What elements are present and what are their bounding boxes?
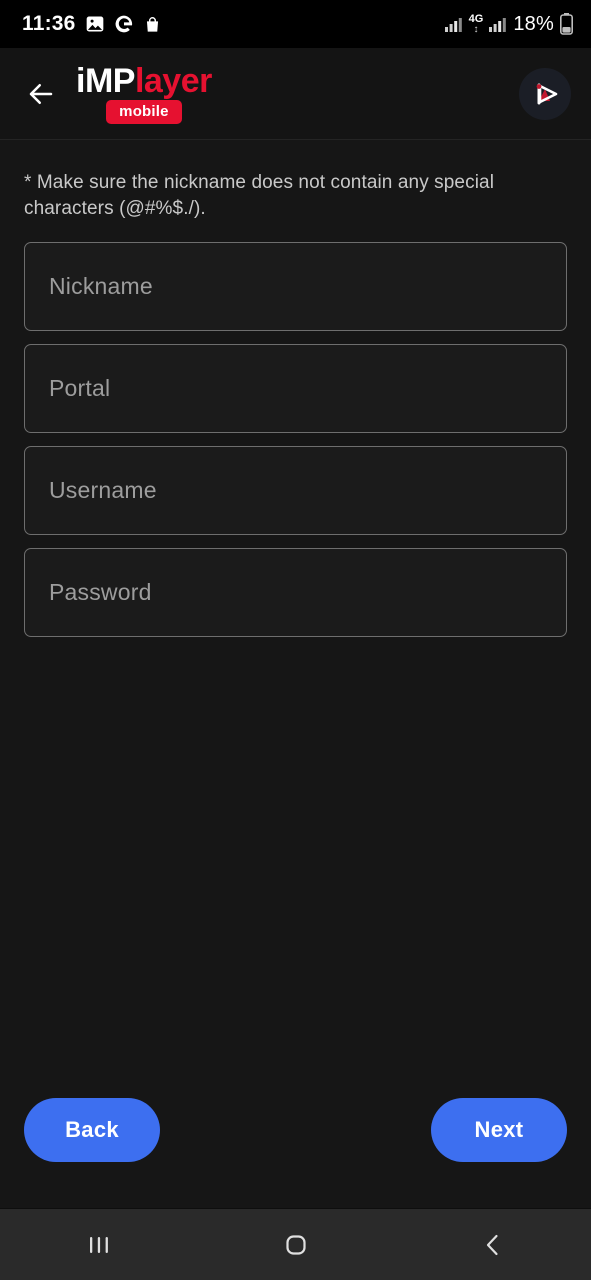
network-type-label: 4G	[468, 12, 484, 25]
back-button[interactable]	[18, 71, 64, 117]
google-icon	[114, 14, 134, 34]
form-content: * Make sure the nickname does not contai…	[0, 140, 591, 1098]
recents-icon	[85, 1232, 113, 1258]
logo-text-primary: iMP	[76, 61, 135, 100]
status-time: 11:36	[22, 12, 76, 35]
status-bar-right: 4G ↕ 18%	[444, 12, 573, 36]
next-button[interactable]: Next	[431, 1098, 567, 1162]
password-input[interactable]: Password	[24, 548, 567, 638]
app-logo: iMPlayer mobile	[76, 64, 212, 124]
home-icon	[282, 1231, 310, 1259]
signal-bars-icon	[444, 16, 463, 32]
password-placeholder: Password	[49, 579, 152, 606]
back-icon	[479, 1231, 507, 1259]
battery-icon	[560, 13, 573, 35]
app-bar: iMPlayer mobile	[0, 48, 591, 140]
recents-button[interactable]	[54, 1209, 144, 1280]
status-bar-left: 11:36	[22, 12, 162, 36]
status-bar: 11:36 4G ↕ 18%	[0, 0, 591, 48]
logo-badge: mobile	[106, 99, 182, 124]
portal-placeholder: Portal	[49, 375, 111, 402]
implayer-mark-icon	[528, 77, 562, 111]
home-button[interactable]	[251, 1209, 341, 1280]
username-placeholder: Username	[49, 477, 157, 504]
logo-text: iMPlayer	[76, 64, 212, 98]
photos-icon	[85, 14, 105, 34]
mobile-data-icon: 4G ↕	[468, 12, 484, 35]
logo-text-accent: layer	[134, 61, 212, 100]
android-nav-bar	[0, 1208, 591, 1280]
username-input[interactable]: Username	[24, 446, 567, 536]
nav-back-button[interactable]	[448, 1209, 538, 1280]
data-arrows-icon: ↕	[473, 23, 479, 35]
nickname-hint: * Make sure the nickname does not contai…	[24, 172, 495, 220]
phone-screen: 11:36 4G ↕ 18% iMPlayer mobile * Make su…	[0, 0, 591, 1280]
portal-input[interactable]: Portal	[24, 344, 567, 434]
battery-percent: 18%	[513, 12, 554, 35]
arrow-left-icon	[26, 79, 56, 109]
nickname-placeholder: Nickname	[49, 273, 153, 300]
form-footer: Back Next	[0, 1098, 591, 1208]
nickname-input[interactable]: Nickname	[24, 242, 567, 332]
shopping-bag-icon	[143, 15, 162, 34]
signal-bars-2-icon	[489, 16, 507, 32]
avatar[interactable]	[519, 67, 571, 120]
back-nav-button[interactable]: Back	[24, 1098, 160, 1162]
